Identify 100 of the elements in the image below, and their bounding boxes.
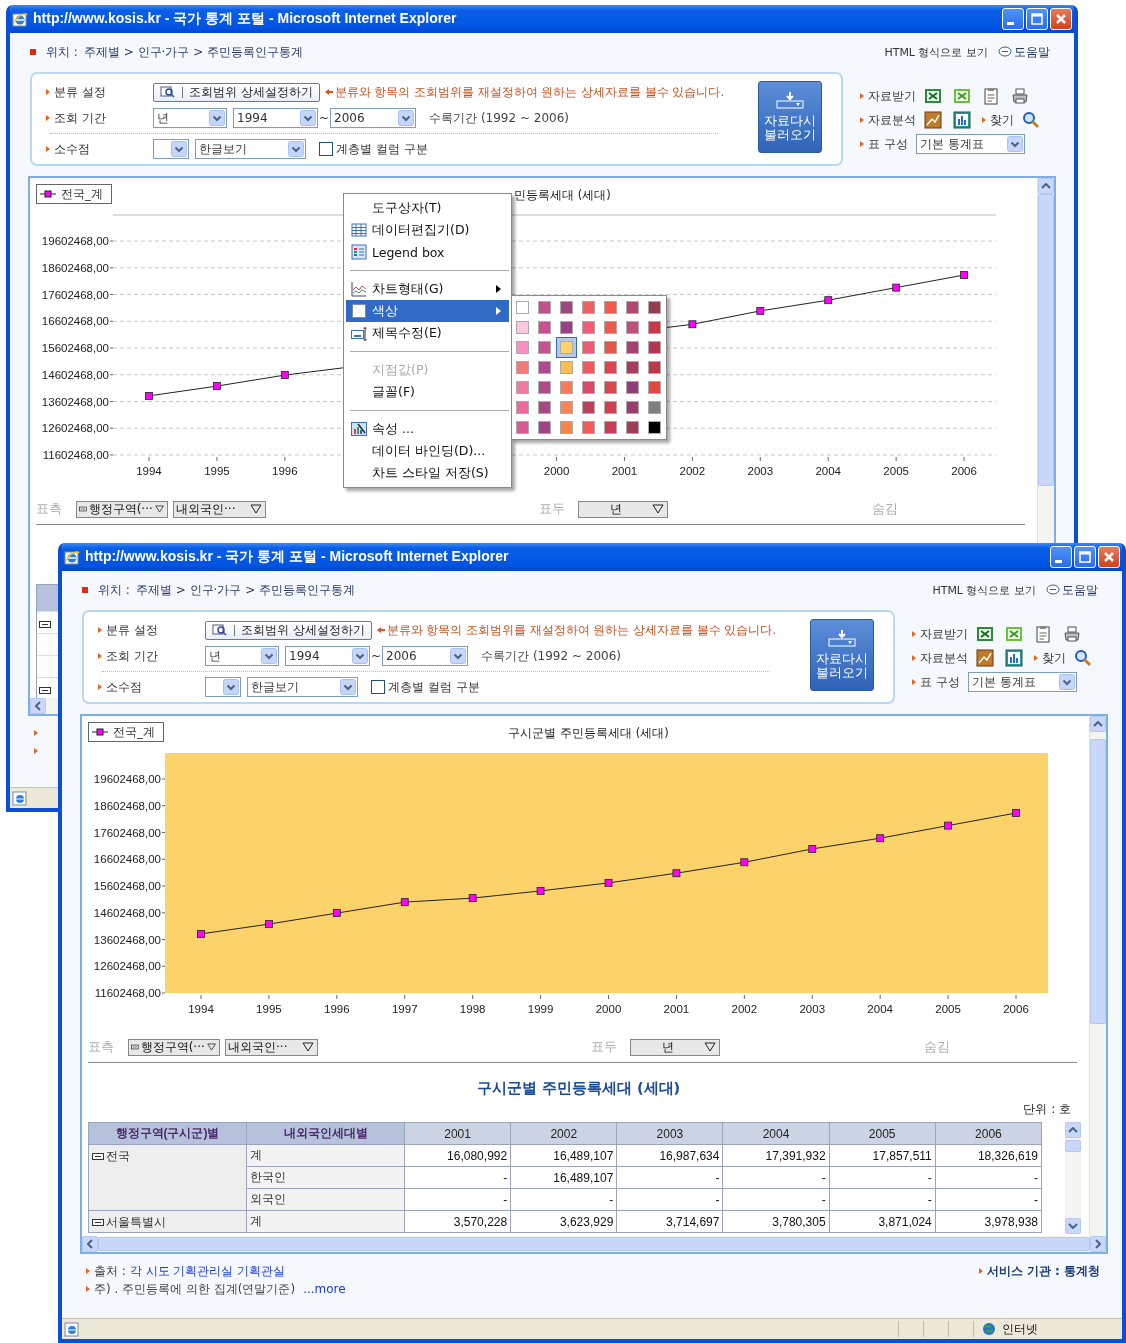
scroll-down-button[interactable] (1065, 1218, 1081, 1234)
column-field-button[interactable]: 년 (578, 500, 668, 518)
color-swatch[interactable] (648, 421, 661, 434)
color-swatch[interactable] (648, 401, 661, 414)
color-swatch[interactable] (538, 421, 551, 434)
vertical-scrollbar[interactable] (1065, 1122, 1081, 1234)
vertical-scrollbar[interactable] (1089, 716, 1106, 1236)
year-select[interactable]: 1994 (285, 646, 370, 666)
spreadsheet-icon[interactable] (953, 87, 971, 105)
range-settings-button[interactable]: 조회범위 상세설정하기 (205, 620, 372, 640)
display-select[interactable]: 한글보기 (247, 677, 358, 697)
search-icon[interactable] (1074, 649, 1092, 667)
decimal-select[interactable] (153, 139, 189, 159)
find-link[interactable]: 찾기 (1042, 649, 1066, 667)
color-swatch[interactable] (626, 301, 639, 314)
color-swatch[interactable] (582, 381, 595, 394)
scroll-thumb[interactable] (98, 1237, 1090, 1251)
spreadsheet-icon[interactable] (976, 625, 994, 643)
color-swatch[interactable] (604, 401, 617, 414)
color-swatch[interactable] (648, 321, 661, 334)
decimal-select[interactable] (205, 677, 241, 697)
layout-select[interactable]: 기본 통계표 (967, 672, 1077, 692)
clipboard-icon[interactable] (1034, 625, 1052, 643)
chart-edit-icon[interactable] (976, 649, 994, 667)
scroll-right-button[interactable] (1090, 1236, 1106, 1252)
year-select[interactable]: 2006 (330, 108, 417, 128)
color-swatch[interactable] (604, 301, 617, 314)
menu-item[interactable]: 색상 (346, 300, 509, 322)
color-swatch[interactable] (604, 341, 617, 354)
menu-item[interactable]: 제목수정(E) (346, 322, 509, 344)
region-cell[interactable]: 전국 (88, 1144, 247, 1211)
color-swatch[interactable] (516, 381, 529, 394)
color-swatch[interactable] (604, 361, 617, 374)
menu-item[interactable]: 글꼴(F) (346, 381, 509, 403)
row-field-button[interactable]: 내외국인··· (173, 500, 266, 518)
help-link[interactable]: 도움말 (1046, 581, 1098, 599)
scroll-left-button[interactable] (30, 698, 46, 714)
color-swatch[interactable] (582, 361, 595, 374)
row-field-button[interactable]: 행정구역(··· (76, 500, 168, 518)
color-swatch[interactable] (604, 381, 617, 394)
scroll-left-button[interactable] (82, 1236, 98, 1252)
minimize-button[interactable] (1050, 546, 1072, 568)
horizontal-scrollbar[interactable] (82, 1236, 1106, 1252)
color-swatch[interactable] (604, 321, 617, 334)
year-select[interactable]: 2006 (382, 646, 469, 666)
layout-select[interactable]: 기본 통계표 (915, 134, 1025, 154)
find-link[interactable]: 찾기 (990, 111, 1014, 129)
color-swatch[interactable] (626, 341, 639, 354)
close-button[interactable] (1098, 546, 1120, 568)
scroll-thumb[interactable] (1038, 194, 1054, 486)
color-swatch[interactable] (626, 321, 639, 334)
scroll-up-button[interactable] (1038, 178, 1054, 194)
color-swatch[interactable] (538, 321, 551, 334)
html-view-link[interactable]: HTML 형식으로 보기 (932, 582, 1036, 598)
chart-edit-icon[interactable] (924, 111, 942, 129)
close-button[interactable] (1050, 8, 1072, 30)
color-swatch[interactable] (516, 301, 529, 314)
spreadsheet-icon[interactable] (1005, 625, 1023, 643)
color-swatch[interactable] (538, 361, 551, 374)
color-swatch[interactable] (516, 421, 529, 434)
color-swatch[interactable] (538, 381, 551, 394)
color-swatch[interactable] (582, 301, 595, 314)
color-swatch[interactable] (604, 421, 617, 434)
color-swatch[interactable] (538, 401, 551, 414)
bar-chart-icon[interactable] (953, 111, 971, 129)
breadcrumb-path[interactable]: 주제별 > 인구·가구 > 주민등록인구통계 (135, 581, 356, 599)
color-swatch[interactable] (648, 301, 661, 314)
menu-item[interactable]: 데이터편집기(D) (346, 219, 509, 241)
printer-icon[interactable] (1011, 87, 1029, 105)
color-swatch[interactable] (560, 301, 573, 314)
color-swatch[interactable] (560, 401, 573, 414)
source-link[interactable]: 각 시도 기획관리실 기획관실 (129, 1262, 286, 1280)
unit-select[interactable]: 년 (205, 646, 279, 666)
color-swatch[interactable] (626, 381, 639, 394)
menu-item[interactable]: 데이터 바인딩(D)... (346, 440, 509, 462)
year-select[interactable]: 1994 (233, 108, 318, 128)
column-field-button[interactable]: 년 (630, 1038, 720, 1056)
printer-icon[interactable] (1063, 625, 1081, 643)
region-cell[interactable]: 서울특별시 (88, 1210, 247, 1233)
scroll-thumb[interactable] (1090, 739, 1106, 1024)
maximize-button[interactable] (1026, 8, 1048, 30)
collapse-icon[interactable] (92, 1153, 104, 1160)
row-field-button[interactable]: 내외국인··· (225, 1038, 318, 1056)
color-swatch[interactable] (648, 341, 661, 354)
color-swatch[interactable] (516, 401, 529, 414)
color-swatch[interactable] (582, 421, 595, 434)
scroll-up-button[interactable] (1065, 1122, 1081, 1138)
menu-item[interactable]: 차트 스타일 저장(S) (346, 462, 509, 484)
color-swatch[interactable] (626, 361, 639, 374)
collapse-icon[interactable] (92, 1219, 104, 1226)
bar-chart-icon[interactable] (1005, 649, 1023, 667)
search-icon[interactable] (1022, 111, 1040, 129)
scroll-thumb[interactable] (1065, 1140, 1081, 1152)
color-swatch[interactable] (516, 321, 529, 334)
more-link[interactable]: ...more (303, 1282, 346, 1296)
color-swatch[interactable] (560, 361, 573, 374)
range-settings-button[interactable]: 조회범위 상세설정하기 (153, 82, 320, 102)
unit-select[interactable]: 년 (153, 108, 227, 128)
html-view-link[interactable]: HTML 형식으로 보기 (884, 44, 988, 60)
row-field-button[interactable]: 행정구역(··· (128, 1038, 220, 1056)
